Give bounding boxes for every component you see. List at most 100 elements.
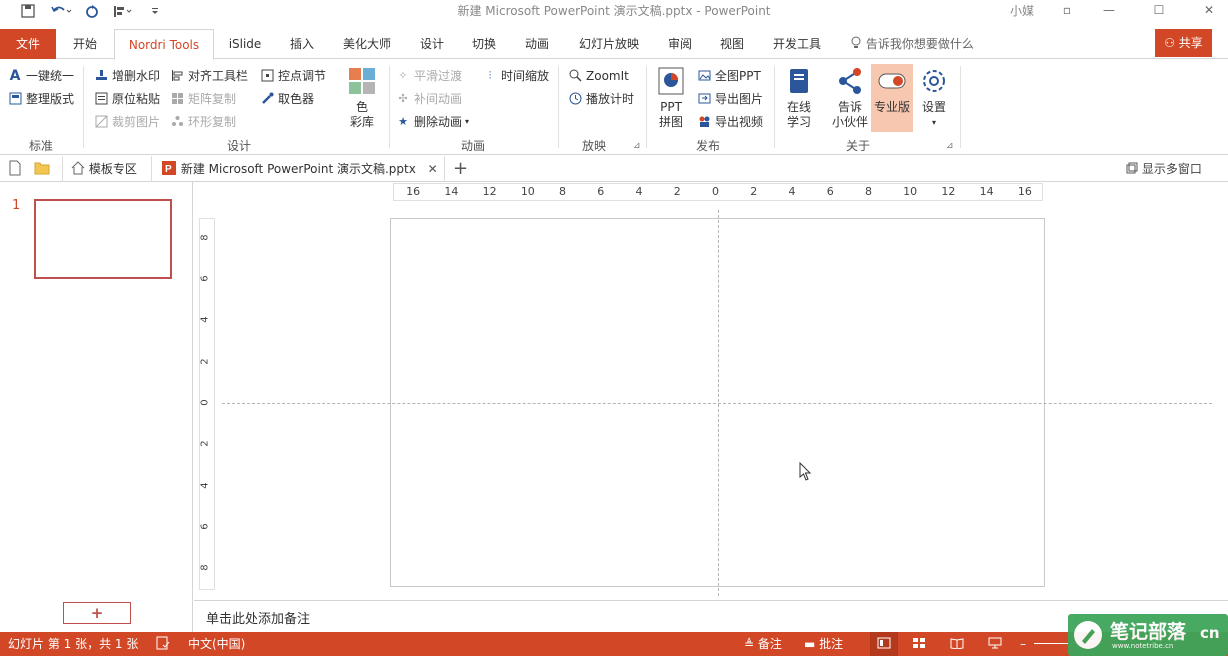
horizontal-guide[interactable] — [222, 403, 1212, 404]
tab-transitions[interactable]: 切换 — [462, 29, 506, 59]
watermark-label: 增删水印 — [112, 69, 161, 83]
group-separator — [558, 66, 559, 148]
tab-document[interactable]: P 新建 Microsoft PowerPoint 演示文稿.pptx ✕ — [155, 156, 445, 182]
close-tab-icon[interactable]: ✕ — [428, 162, 438, 176]
star-icon: ★ — [398, 115, 408, 128]
matrix-copy-button[interactable]: 矩阵复制 — [170, 89, 236, 109]
ring-copy-label: 环形复制 — [188, 115, 237, 129]
paste-in-place-button[interactable]: 原位粘贴 — [94, 89, 160, 109]
tab-home[interactable]: 开始 — [62, 29, 108, 59]
ruler-tick-label: 6 — [199, 275, 211, 282]
tab-nordri-tools[interactable]: Nordri Tools — [114, 29, 214, 60]
group-label-about: 关于 — [845, 139, 870, 153]
online-learning-label-1: 在线 — [786, 100, 811, 114]
online-learning-button[interactable]: 在线 学习 — [780, 66, 818, 130]
palette-label-2: 彩库 — [349, 115, 374, 129]
ruler-tick-label: 2 — [673, 185, 681, 198]
tab-design[interactable]: 设计 — [410, 29, 454, 59]
tab-animations[interactable]: 动画 — [515, 29, 559, 59]
tell-me-search[interactable]: 告诉我你想要做什么 — [850, 29, 974, 59]
show-multi-window-button[interactable]: 显示多窗口 — [1126, 156, 1202, 182]
smooth-transition-button[interactable]: ✧ 平滑过渡 — [396, 66, 462, 86]
ruler-tick-label: 8 — [199, 564, 211, 572]
ruler-tick-label: 2 — [199, 357, 211, 365]
zoom-out-icon[interactable]: – — [1020, 632, 1026, 656]
time-scale-button[interactable]: ⫶ 时间缩放 — [483, 66, 549, 86]
ribbon-tabs: 文件 开始 Nordri Tools iSlide 插入 美化大师 设计 切换 … — [0, 29, 1228, 60]
organize-layout-button[interactable]: 整理版式 — [8, 89, 74, 109]
vertical-ruler: 8 6 4 2 0 2 4 6 8 — [199, 218, 215, 590]
tab-beautify[interactable]: 美化大师 — [336, 29, 398, 59]
watermark-button[interactable]: 增删水印 — [94, 66, 160, 86]
ppt-puzzle-button[interactable]: PPT 拼图 — [652, 66, 690, 130]
ribbon-display-icon[interactable]: ▫ — [1052, 0, 1082, 22]
tell-friends-button[interactable]: 告诉 小伙伴 — [828, 66, 872, 130]
ruler-tick-label: 16 — [1017, 185, 1032, 198]
one-click-unify-button[interactable]: A 一键统一 — [8, 66, 74, 86]
lightbulb-icon — [850, 36, 866, 51]
watermark-title: 笔记部落 — [1110, 621, 1187, 643]
zoomit-button[interactable]: ZoomIt — [568, 66, 629, 86]
tab-review[interactable]: 审阅 — [658, 29, 702, 59]
dialog-launcher-icon[interactable]: ⊿ — [633, 141, 641, 151]
notes-icon: ≜ — [744, 637, 755, 651]
align-toolbar-button[interactable]: 对齐工具栏 — [170, 66, 248, 86]
minimize-icon[interactable]: — — [1094, 0, 1124, 22]
ruler-tick-label: 6 — [597, 185, 605, 198]
vertical-guide[interactable] — [718, 210, 719, 596]
tab-template-zone[interactable]: 模板专区 — [62, 156, 152, 182]
slide-sorter-icon[interactable] — [912, 632, 926, 656]
comment-icon: ▬ — [804, 637, 816, 651]
color-palette-button[interactable]: 色 彩库 — [340, 66, 384, 130]
settings-button[interactable]: 设置 ▾ — [915, 66, 953, 130]
person-icon: ⚇ — [1164, 36, 1175, 50]
pro-version-button[interactable]: 专业版 — [871, 64, 913, 132]
group-separator — [774, 66, 775, 148]
status-bar: 幻灯片 第 1 张，共 1 张 中文(中国) ≜ 备注 ▬ 批注 – — [0, 632, 1228, 656]
spell-check-icon[interactable] — [156, 632, 170, 656]
ruler-tick-label: 8 — [864, 185, 872, 198]
tab-insert[interactable]: 插入 — [280, 29, 324, 59]
share-button[interactable]: ⚇ 共享 — [1155, 29, 1212, 57]
ppt-puzzle-label-1: PPT — [660, 100, 682, 114]
tab-slideshow[interactable]: 幻灯片放映 — [570, 29, 648, 59]
add-tab-icon[interactable]: + — [453, 156, 468, 182]
tab-islide[interactable]: iSlide — [222, 29, 268, 59]
reading-view-icon[interactable] — [950, 632, 964, 656]
tab-developer[interactable]: 开发工具 — [766, 29, 828, 59]
zoom-slider[interactable] — [1034, 643, 1068, 644]
ring-copy-button[interactable]: 环形复制 — [170, 112, 236, 132]
tab-file[interactable]: 文件 — [0, 29, 56, 59]
zoomit-label: ZoomIt — [586, 69, 629, 83]
dialog-launcher-icon[interactable]: ⊿ — [946, 141, 954, 151]
delete-animation-button[interactable]: ★ 删除动画 ▾ — [396, 112, 469, 132]
grid-icon — [170, 92, 184, 106]
layout-icon — [8, 92, 22, 106]
new-document-icon[interactable] — [8, 156, 22, 182]
tab-view[interactable]: 视图 — [710, 29, 754, 59]
play-timer-button[interactable]: 播放计时 — [568, 89, 634, 109]
slideshow-view-icon[interactable] — [988, 632, 1002, 656]
export-video-button[interactable]: 导出视频 — [697, 112, 763, 132]
export-image-button[interactable]: 导出图片 — [697, 89, 763, 109]
crop-image-button[interactable]: 裁剪图片 — [94, 112, 160, 132]
group-separator — [960, 66, 961, 148]
close-icon[interactable]: ✕ — [1194, 0, 1224, 22]
ring-icon — [170, 115, 184, 129]
full-image-ppt-button[interactable]: 全图PPT — [697, 66, 761, 86]
tween-animation-button[interactable]: ✣ 补间动画 — [396, 89, 462, 109]
color-picker-button[interactable]: 取色器 — [260, 89, 314, 109]
share-nodes-icon — [835, 66, 865, 96]
add-slide-button[interactable]: + — [63, 602, 131, 624]
language-status[interactable]: 中文(中国) — [188, 632, 245, 656]
slide-thumbnail[interactable] — [34, 199, 172, 279]
maximize-icon[interactable]: ☐ — [1144, 0, 1174, 22]
folder-icon[interactable] — [34, 156, 50, 182]
comments-toggle-button[interactable]: ▬ 批注 — [804, 632, 843, 656]
title-bar: 新建 Microsoft PowerPoint 演示文稿.pptx - Powe… — [0, 0, 1228, 22]
anchor-adjust-button[interactable]: 控点调节 — [260, 66, 326, 86]
user-name[interactable]: 小媒 — [1010, 2, 1034, 19]
normal-view-icon[interactable] — [870, 632, 898, 656]
tell-friends-label-2: 小伙伴 — [831, 115, 868, 129]
notes-toggle-button[interactable]: ≜ 备注 — [744, 632, 782, 656]
